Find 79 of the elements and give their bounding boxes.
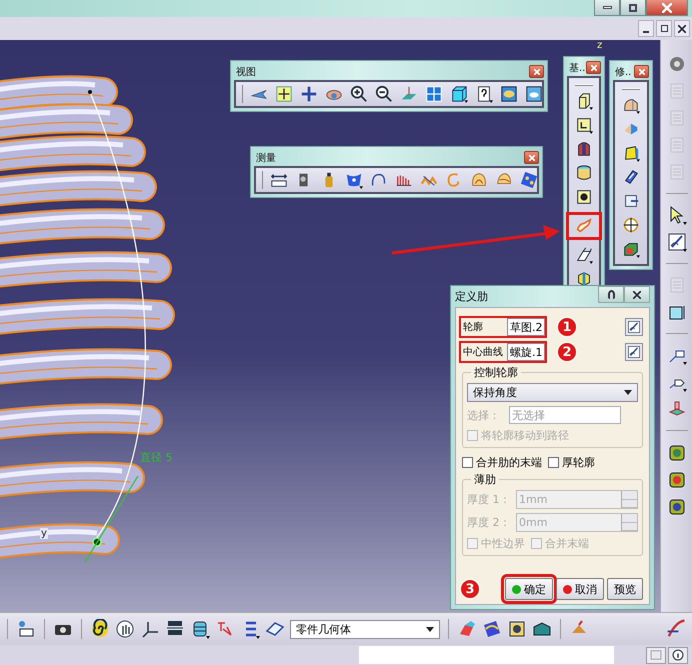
step-number: 2 [557, 342, 577, 362]
dialog-title: 定义肋 [455, 289, 488, 304]
body-dropdown[interactable]: 零件几何体 [290, 620, 440, 638]
surface-analysis-icon[interactable] [345, 171, 363, 189]
hole-icon[interactable] [575, 188, 593, 206]
restore-button[interactable] [620, 0, 646, 16]
status-button[interactable] [668, 646, 688, 664]
dimension-label: 直径 5 [140, 450, 172, 465]
checkbox[interactable] [462, 457, 473, 468]
multi-view-icon[interactable] [425, 85, 443, 103]
field-label: 中心曲线 [462, 346, 504, 359]
slot-icon[interactable] [575, 246, 593, 264]
zoom-out-icon[interactable] [375, 85, 393, 103]
selection-field[interactable]: 无选择 [509, 406, 621, 424]
minimize-button[interactable] [594, 0, 620, 16]
field-label: 轮廓 [462, 320, 484, 334]
sketch-icon[interactable] [666, 232, 686, 252]
pocket-icon[interactable] [575, 116, 593, 134]
axis-label: z [597, 40, 602, 52]
zoom-in-icon[interactable] [350, 85, 368, 103]
axes-icon[interactable] [140, 619, 160, 639]
ruler-icon[interactable] [270, 171, 288, 189]
group-title: 薄肋 [471, 472, 499, 487]
axis-label: y [40, 528, 48, 539]
surface-icon[interactable] [482, 619, 502, 639]
close-button[interactable] [524, 151, 539, 164]
toolbar-title: 测量 [255, 152, 276, 164]
target-icon[interactable] [622, 216, 640, 234]
shaft-icon[interactable] [575, 140, 593, 158]
checkbox-label: 将轮廓移动到路径 [481, 428, 569, 443]
window-icon [649, 648, 663, 662]
dropdown[interactable]: 保持角度 [467, 383, 638, 402]
info-icon [671, 648, 685, 662]
checkbox-label: 厚轮廓 [562, 455, 595, 470]
close-button[interactable] [586, 61, 601, 74]
fillet-icon[interactable] [622, 96, 640, 114]
close-button[interactable] [624, 286, 650, 303]
field-label: 厚度 2： [467, 515, 512, 530]
rib-icon[interactable] [575, 217, 593, 235]
checkbox-label: 合并末端 [545, 536, 589, 551]
dots-icon[interactable] [520, 171, 538, 189]
field-label: 厚度 1： [467, 492, 512, 507]
close-button[interactable] [529, 65, 544, 78]
groove-icon[interactable] [575, 164, 593, 182]
close-button[interactable] [634, 65, 649, 78]
selection-field[interactable]: 草图.2 [507, 318, 545, 336]
draft-icon[interactable] [622, 144, 640, 162]
fit-all-icon[interactable] [275, 85, 293, 103]
stiffener-icon[interactable] [575, 270, 593, 288]
part-icon[interactable] [457, 619, 477, 639]
edit-sketch-button[interactable] [625, 343, 643, 361]
toolbar-title: 基.. [568, 62, 586, 74]
step-number: 3 [460, 579, 480, 599]
field-label: 选择： [467, 408, 501, 422]
close-button[interactable] [646, 0, 688, 16]
swirl-icon[interactable] [90, 619, 110, 639]
sketch-icon [627, 345, 641, 359]
preview-button[interactable]: 预览 [607, 578, 643, 600]
step-number: 1 [557, 317, 577, 337]
command-field[interactable] [359, 646, 614, 664]
pan-icon[interactable] [300, 85, 318, 103]
cube-icon[interactable] [450, 85, 468, 103]
checkbox[interactable] [548, 457, 559, 468]
minimize-button[interactable] [638, 20, 654, 37]
close-button[interactable] [674, 20, 690, 37]
selection-field[interactable]: 螺旋.1 [507, 343, 545, 361]
toolbar-title: 修.. [614, 66, 632, 78]
checkbox-label: 中性边界 [481, 536, 525, 551]
restore-button[interactable] [656, 20, 672, 37]
checkbox-label: 合并肋的末端 [476, 455, 542, 470]
toolbar-title: 视图 [235, 66, 256, 78]
question-mark-icon[interactable] [475, 85, 493, 103]
block-icon[interactable] [622, 240, 640, 258]
cancel-button[interactable]: 取消 [556, 578, 604, 600]
edit-sketch-button[interactable] [625, 318, 643, 336]
steps-icon[interactable] [16, 619, 36, 639]
sketch-icon [627, 320, 641, 334]
help-button[interactable] [598, 286, 624, 303]
group-title: 控制轮廓 [471, 365, 521, 380]
